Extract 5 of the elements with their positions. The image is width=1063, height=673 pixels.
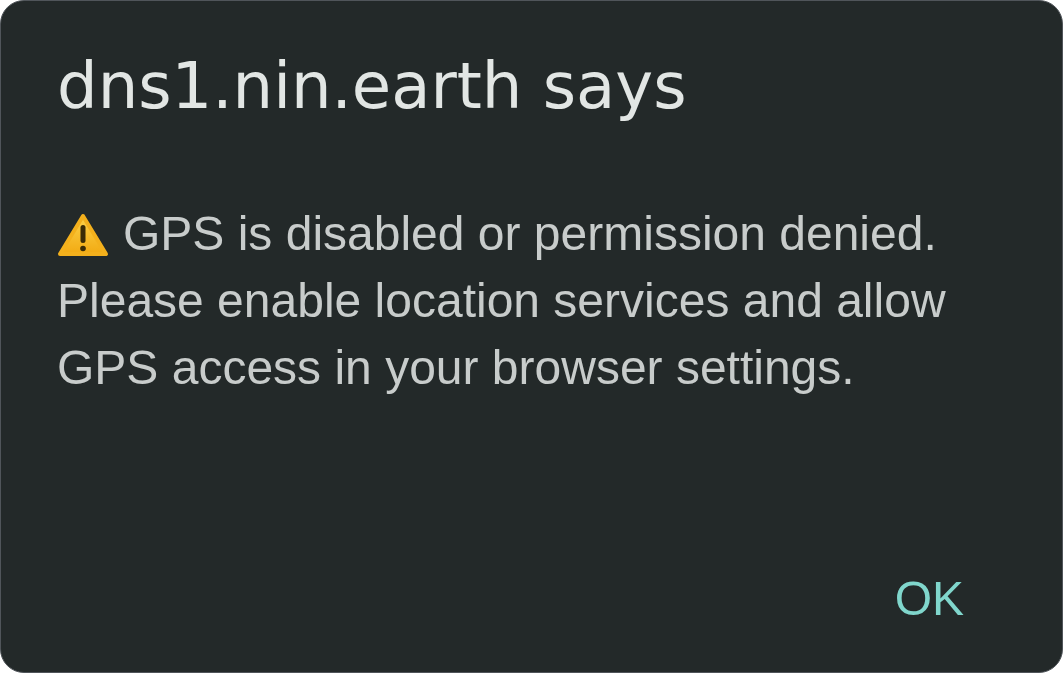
dialog-title: dns1.nin.earth says	[57, 48, 687, 124]
warning-text: GPS is disabled or permission denied.	[123, 207, 937, 260]
warning-icon	[57, 212, 109, 257]
ok-button[interactable]: OK	[870, 559, 988, 639]
message-text: Please enable location services and allow GPS access in your browser settings.	[57, 273, 947, 396]
